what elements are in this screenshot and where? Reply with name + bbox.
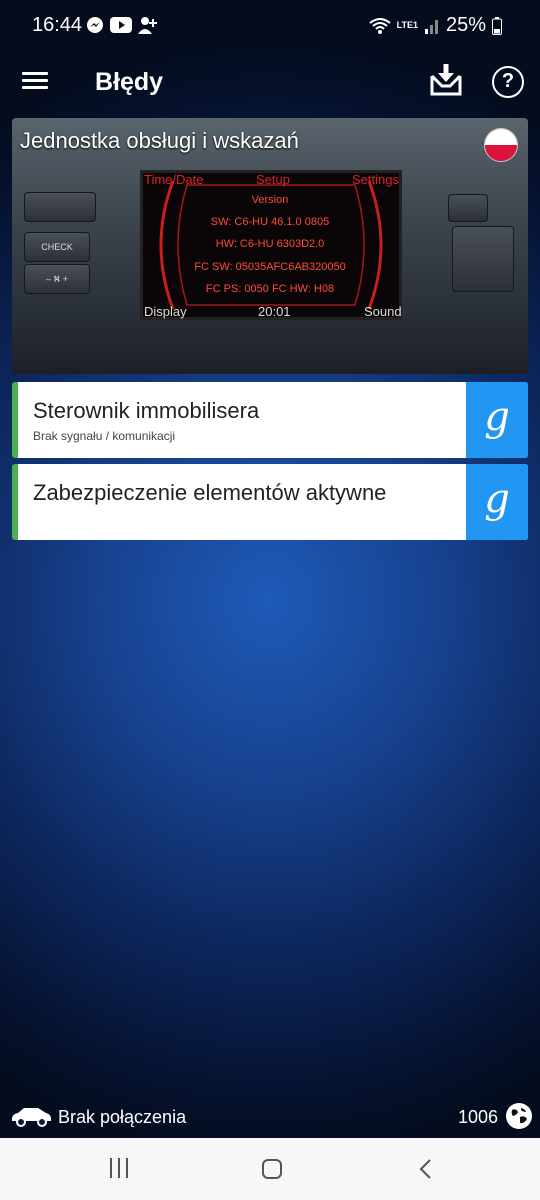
poland-flag-icon[interactable]	[484, 128, 518, 162]
screen-display-label: Display	[144, 304, 187, 319]
back-icon[interactable]	[418, 1158, 432, 1180]
screen-line-1: SW: C6-HU 46.1.0 0805	[210, 216, 330, 228]
car-icon	[12, 1108, 51, 1127]
screen-version-heading: Version	[251, 194, 289, 206]
module-header-image: Jednostka obsługi i wskazań CHECK – ⛕ + …	[12, 118, 528, 374]
screen-settings-label: Settings	[352, 172, 399, 187]
status-bar: 16:44 LTE1 25%	[0, 0, 540, 54]
youtube-icon	[110, 17, 132, 33]
volte-icon: LTE1	[396, 20, 418, 30]
google-search-button[interactable]: g	[466, 382, 528, 458]
battery-icon	[492, 16, 502, 35]
signal-icon	[424, 19, 438, 34]
messenger-icon	[87, 17, 103, 33]
home-icon[interactable]	[262, 1159, 282, 1179]
status-time: 16:44	[32, 14, 83, 36]
add-person-icon	[138, 17, 157, 34]
recents-icon[interactable]	[110, 1158, 128, 1178]
google-icon: g	[484, 394, 510, 440]
fault-name: Zabezpieczenie elementów aktywne	[33, 480, 387, 505]
google-search-button[interactable]: g	[466, 464, 528, 540]
screen-line-4: FC PS: 0050 FC HW: H08	[205, 283, 335, 295]
counter-value: 1006	[457, 1107, 498, 1127]
screen-clock: 20:01	[258, 304, 291, 319]
google-icon: g	[484, 476, 510, 522]
screen-line-2: HW: C6-HU 6303D2.0	[215, 238, 325, 250]
fault-name: Sterownik immobilisera	[33, 398, 260, 423]
help-icon[interactable]: ?	[492, 66, 524, 98]
fault-item[interactable]: Zabezpieczenie elementów aktywne g	[12, 464, 528, 540]
system-nav-bar	[0, 1138, 540, 1200]
menu-icon[interactable]	[22, 68, 52, 98]
connection-footer: Brak połączenia 1006	[0, 1096, 540, 1138]
app-bar: Błędy ?	[0, 54, 540, 114]
screen-time-date-label: Time/Date	[144, 172, 204, 187]
status-system-icons: LTE1 25%	[369, 14, 502, 37]
wifi-icon	[369, 17, 391, 34]
fault-item[interactable]: Sterownik immobilisera Brak sygnału / ko…	[12, 382, 528, 458]
module-title: Jednostka obsługi i wskazań	[20, 128, 299, 153]
connection-status: Brak połączenia	[58, 1107, 187, 1127]
battery-percent: 25%	[445, 14, 486, 36]
fault-status: Brak sygnału / komunikacji	[33, 429, 176, 443]
screen-sound-label: Sound	[364, 304, 402, 319]
screen-line-3: FC SW: 05035AFC6AB320050	[194, 261, 346, 273]
status-notification-icons	[86, 16, 158, 34]
screen-setup-label: Setup	[256, 172, 290, 187]
page-title: Błędy	[95, 68, 164, 96]
download-inbox-icon[interactable]	[428, 62, 464, 98]
globe-icon[interactable]	[506, 1103, 532, 1129]
